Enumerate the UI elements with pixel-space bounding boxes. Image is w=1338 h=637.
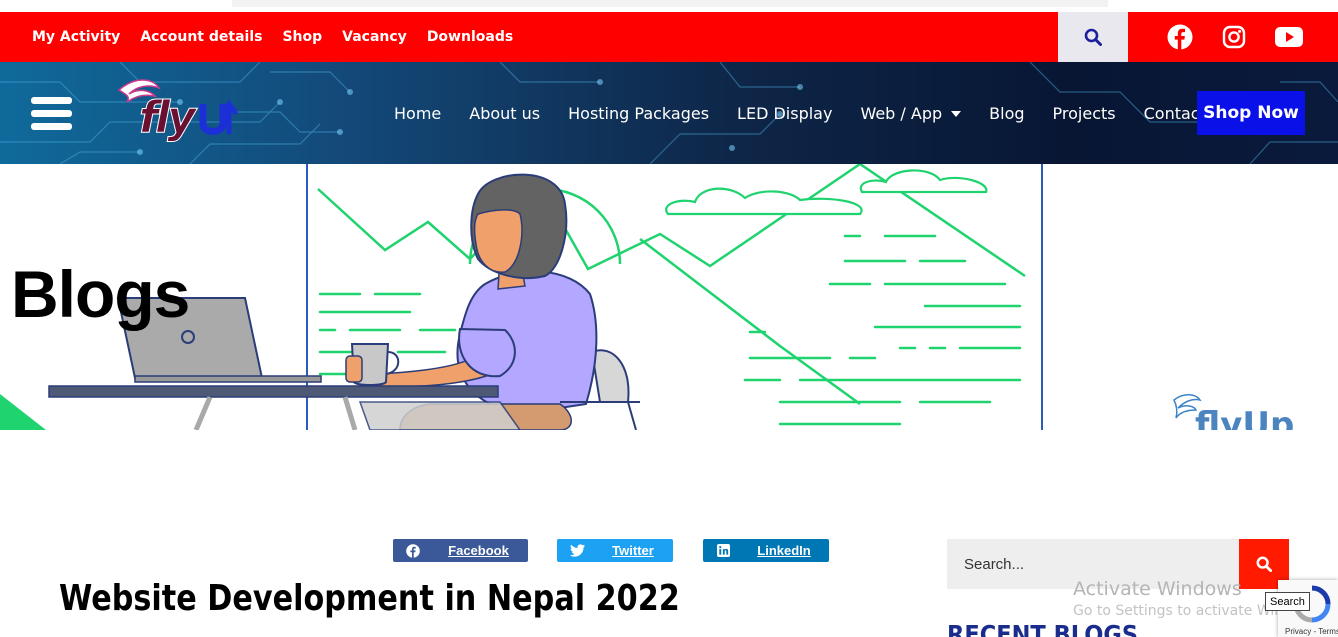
facebook-link[interactable] [1160, 12, 1200, 62]
nav-web-app-label: Web / App [860, 103, 943, 123]
flyup-watermark-logo: flyUp [1173, 394, 1294, 430]
youtube-icon [1275, 27, 1303, 47]
share-twitter-button[interactable]: Twitter [557, 539, 673, 562]
windows-activation-title: Activate Windows [1073, 578, 1242, 600]
top-link-my-activity[interactable]: My Activity [32, 29, 120, 45]
share-twitter-label: Twitter [612, 543, 654, 558]
top-bar: My Activity Account details Shop Vacancy… [0, 12, 1338, 62]
youtube-link[interactable] [1269, 12, 1309, 62]
nav-web-app[interactable]: Web / App [860, 103, 962, 123]
hamburger-menu-icon[interactable] [31, 97, 72, 133]
search-icon [1256, 556, 1272, 572]
facebook-icon [1167, 24, 1193, 50]
flyup-logo[interactable]: fly [115, 74, 255, 146]
recent-blogs-heading: RECENT BLOGS [947, 620, 1139, 637]
svg-text:fly: fly [139, 92, 198, 143]
top-sliver [232, 0, 1108, 7]
nav-hosting-packages[interactable]: Hosting Packages [568, 104, 709, 123]
top-link-vacancy[interactable]: Vacancy [342, 29, 407, 45]
top-link-shop[interactable]: Shop [282, 29, 322, 45]
nav-projects[interactable]: Projects [1053, 104, 1116, 123]
top-link-downloads[interactable]: Downloads [427, 29, 513, 45]
nav-blog[interactable]: Blog [989, 104, 1024, 123]
svg-text:flyUp: flyUp [1195, 405, 1294, 430]
nav-home[interactable]: Home [394, 104, 441, 123]
main-nav: Home About us Hosting Packages LED Displ… [380, 62, 1220, 164]
instagram-icon [1222, 25, 1246, 49]
shop-now-button[interactable]: Shop Now [1197, 91, 1305, 135]
linkedin-icon [703, 539, 743, 562]
main-header: fly Home About us Hosting Packages LED D… [0, 62, 1338, 164]
recaptcha-privacy-terms[interactable]: Privacy - Terms [1285, 627, 1338, 636]
post-title: Website Development in Nepal 2022 [59, 578, 680, 619]
recaptcha-tooltip: Search [1265, 592, 1310, 611]
top-nav: My Activity Account details Shop Vacancy… [22, 12, 523, 62]
share-linkedin-label: LinkedIn [757, 543, 811, 558]
share-facebook-label: Facebook [448, 543, 509, 558]
twitter-icon [557, 539, 597, 562]
hero-title: Blogs [11, 257, 190, 331]
hero-illustration: flyUp [0, 164, 1294, 430]
hero-banner: flyUp Blogs [0, 164, 1338, 430]
share-linkedin-button[interactable]: LinkedIn [703, 539, 829, 562]
chevron-down-icon [951, 111, 962, 117]
nav-led-display[interactable]: LED Display [737, 104, 832, 123]
top-link-account-details[interactable]: Account details [140, 29, 262, 45]
instagram-link[interactable] [1214, 12, 1254, 62]
search-icon [1084, 28, 1102, 46]
top-search-button[interactable] [1058, 12, 1128, 62]
page: My Activity Account details Shop Vacancy… [0, 0, 1338, 637]
nav-about-us[interactable]: About us [469, 104, 540, 123]
share-facebook-button[interactable]: Facebook [393, 539, 528, 562]
facebook-icon [393, 539, 433, 562]
